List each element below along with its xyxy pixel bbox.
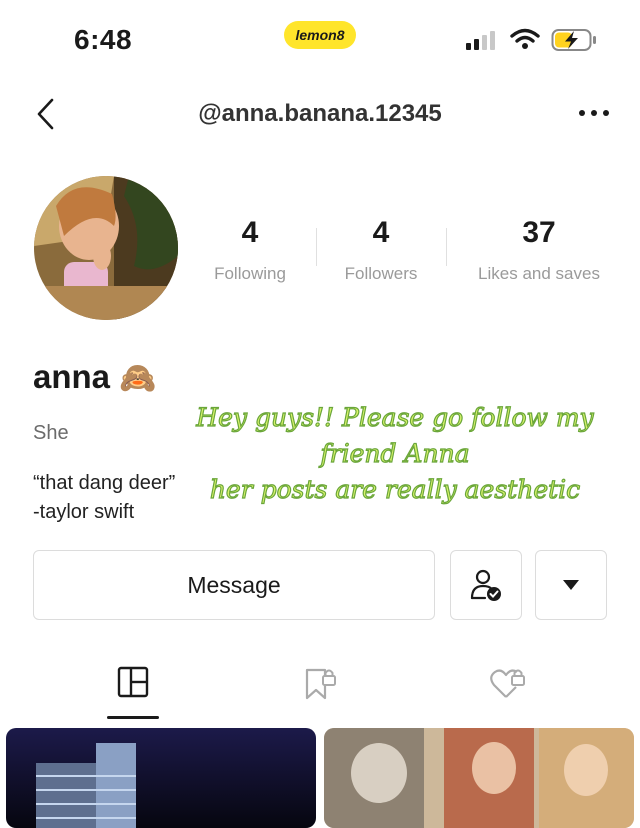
post-thumbnail-image — [6, 728, 316, 828]
profile-handle: @anna.banana.12345 — [198, 100, 442, 127]
stat-divider — [446, 228, 447, 266]
bio-quote-attribution: -taylor swift — [33, 501, 135, 523]
overlay-caption-line1: Hey guys!! Please go follow my friend An… — [196, 402, 595, 468]
more-options-button[interactable] — [535, 550, 607, 620]
see-no-evil-monkey-icon: 🙈 — [119, 362, 157, 395]
app-badge-label: lemon8 — [295, 27, 345, 43]
bio-quote: “that dang deer” -taylor swift — [33, 469, 175, 527]
stat-following[interactable]: 4 Following — [200, 216, 300, 284]
stat-likes-saves-label: Likes and saves — [478, 264, 600, 283]
wifi-icon — [510, 28, 540, 49]
overlay-caption: Hey guys!! Please go follow my friend An… — [160, 400, 630, 508]
post-thumbnail[interactable] — [6, 728, 316, 828]
bio-pronoun: She — [33, 422, 69, 444]
profile-name-text: anna — [33, 358, 111, 395]
stat-followers[interactable]: 4 Followers — [331, 216, 431, 284]
follow-status-icon — [470, 569, 501, 601]
cellular-signal-icon — [466, 31, 495, 50]
stat-following-value: 4 — [241, 216, 259, 249]
stat-divider — [316, 228, 317, 266]
message-button[interactable]: Message — [33, 550, 435, 620]
follow-status-button[interactable] — [450, 550, 522, 620]
status-time: 6:48 — [74, 24, 133, 55]
more-dots-icon[interactable] — [578, 108, 610, 118]
active-tab-indicator — [107, 716, 159, 719]
liked-heart-lock-icon[interactable] — [489, 666, 527, 700]
stat-followers-label: Followers — [344, 264, 418, 283]
message-button-label: Message — [187, 571, 281, 598]
overlay-caption-line2: her posts are really aesthetic — [209, 474, 581, 504]
stat-likes-saves[interactable]: 37 Likes and saves — [466, 216, 612, 284]
dropdown-caret-icon — [563, 580, 579, 590]
avatar-photo — [34, 176, 178, 320]
grid-icon[interactable] — [117, 666, 149, 698]
stat-likes-saves-value: 37 — [522, 216, 556, 249]
post-thumbnail-image — [324, 728, 634, 828]
profile-name: anna 🙈 — [33, 358, 157, 396]
bio-quote-text: “that dang deer” — [33, 472, 176, 494]
saved-bookmark-lock-icon[interactable] — [303, 666, 339, 700]
battery-charging-icon — [551, 29, 596, 51]
app-badge: lemon8 — [284, 21, 356, 49]
stat-following-label: Following — [214, 264, 286, 283]
post-thumbnail[interactable] — [324, 728, 634, 828]
avatar[interactable] — [34, 176, 178, 320]
stat-followers-value: 4 — [372, 216, 390, 249]
